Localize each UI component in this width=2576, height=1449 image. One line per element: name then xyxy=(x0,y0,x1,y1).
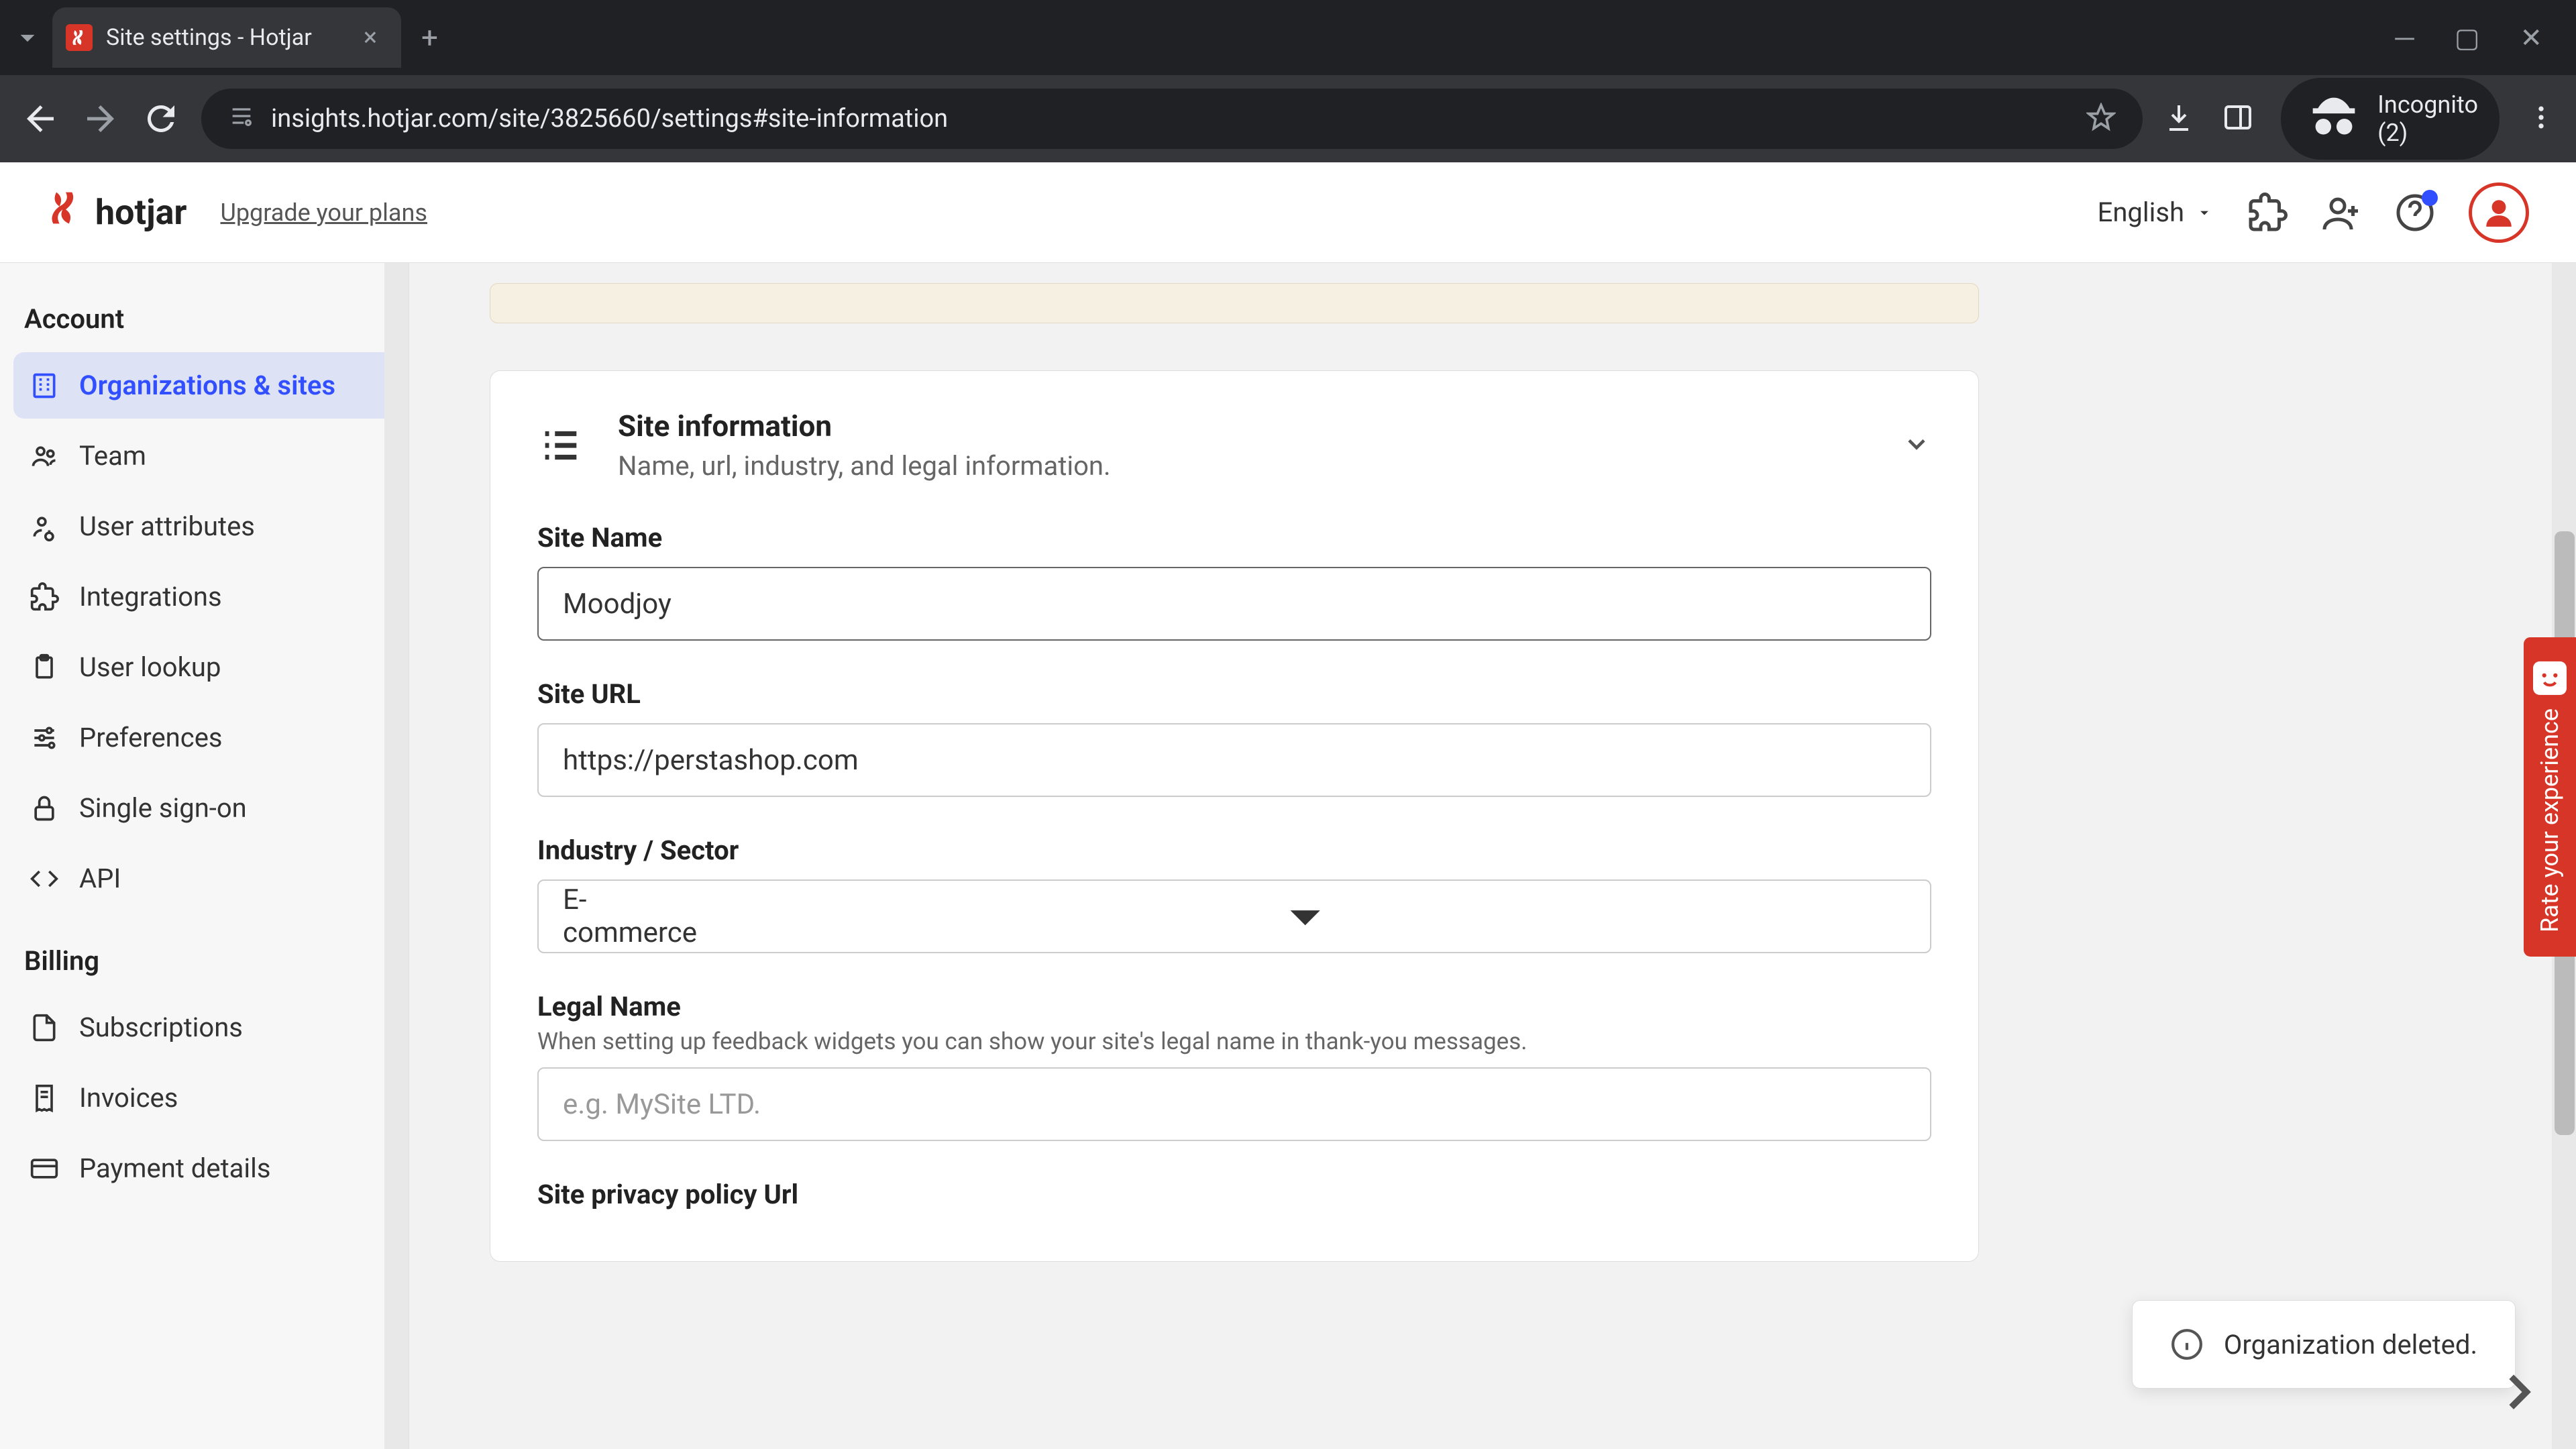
lock-icon xyxy=(30,794,59,823)
reload-button[interactable] xyxy=(141,99,181,139)
feedback-tab[interactable]: Rate your experience xyxy=(2524,637,2576,957)
notice-banner xyxy=(490,283,1979,323)
feedback-tab-label: Rate your experience xyxy=(2536,708,2564,932)
sidebar-scrollbar[interactable] xyxy=(384,263,409,1449)
sidebar-item-user-attributes[interactable]: User attributes xyxy=(13,493,395,559)
sidebar-section-account: Account xyxy=(13,290,395,348)
toast-message: Organization deleted. xyxy=(2224,1329,2477,1360)
url-text: insights.hotjar.com/site/3825660/setting… xyxy=(271,104,2070,133)
industry-select[interactable]: E-commerce xyxy=(537,879,1931,953)
sidebar-item-invoices[interactable]: Invoices xyxy=(13,1065,395,1131)
notification-dot-icon xyxy=(2422,190,2438,206)
collapse-chevron-icon[interactable] xyxy=(1902,429,1931,462)
code-icon xyxy=(30,864,59,894)
card-subtitle: Name, url, industry, and legal informati… xyxy=(618,450,1111,482)
site-url-input[interactable] xyxy=(537,723,1931,797)
sidebar-item-subscriptions[interactable]: Subscriptions xyxy=(13,994,395,1061)
sidebar-item-label: Organizations & sites xyxy=(79,370,335,401)
sidebar-item-organizations-sites[interactable]: Organizations & sites xyxy=(13,352,395,419)
building-icon xyxy=(30,371,59,400)
sidebar-item-single-sign-on[interactable]: Single sign-on xyxy=(13,775,395,841)
site-url-label: Site URL xyxy=(537,678,1931,710)
sidebar-item-label: User attributes xyxy=(79,511,255,542)
back-button[interactable] xyxy=(20,99,60,139)
forward-button[interactable] xyxy=(80,99,121,139)
puzzle-icon xyxy=(30,582,59,612)
sidebar-item-preferences[interactable]: Preferences xyxy=(13,704,395,771)
address-bar[interactable]: insights.hotjar.com/site/3825660/setting… xyxy=(201,89,2143,149)
maximize-button[interactable]: ▢ xyxy=(2455,22,2480,54)
language-selector[interactable]: English xyxy=(2098,197,2214,228)
help-icon[interactable] xyxy=(2395,193,2435,233)
sidebar-item-label: User lookup xyxy=(79,651,221,683)
info-icon xyxy=(2170,1328,2204,1361)
close-window-button[interactable]: ✕ xyxy=(2520,22,2542,54)
credit-card-icon xyxy=(30,1154,59,1183)
site-information-card: Site information Name, url, industry, an… xyxy=(490,370,1979,1262)
sidebar-item-label: Team xyxy=(79,440,146,472)
sidebar-item-label: Invoices xyxy=(79,1082,178,1114)
browser-tab-strip: Site settings - Hotjar × + ─ ▢ ✕ xyxy=(0,0,2576,75)
bookmark-star-icon[interactable] xyxy=(2086,103,2116,135)
card-title: Site information xyxy=(618,409,1111,443)
downloads-icon[interactable] xyxy=(2163,101,2195,136)
hotjar-favicon-icon xyxy=(66,24,93,51)
sidebar-item-user-lookup[interactable]: User lookup xyxy=(13,634,395,700)
chevron-down-icon xyxy=(704,881,1906,952)
sidebar-item-integrations[interactable]: Integrations xyxy=(13,564,395,630)
user-cog-icon xyxy=(30,512,59,541)
sidebar-item-label: Payment details xyxy=(79,1152,271,1184)
hotjar-logo[interactable]: hotjar xyxy=(47,189,186,235)
incognito-indicator[interactable]: Incognito (2) xyxy=(2281,78,2500,160)
document-icon xyxy=(30,1013,59,1042)
receipt-icon xyxy=(30,1083,59,1113)
minimize-button[interactable]: ─ xyxy=(2395,22,2414,54)
integrations-icon[interactable] xyxy=(2247,193,2288,233)
settings-sidebar: Account Organizations & sites Team User … xyxy=(0,263,409,1449)
toast-notification: Organization deleted. xyxy=(2132,1300,2516,1389)
incognito-label: Incognito (2) xyxy=(2377,91,2478,147)
industry-label: Industry / Sector xyxy=(537,835,1931,866)
site-security-icon[interactable] xyxy=(228,103,255,135)
logo-text: hotjar xyxy=(95,192,186,233)
list-icon xyxy=(537,422,584,469)
privacy-url-label: Site privacy policy Url xyxy=(537,1179,1931,1210)
sidebar-item-label: Integrations xyxy=(79,581,222,612)
sidebar-item-label: Single sign-on xyxy=(79,792,247,824)
legal-name-input[interactable] xyxy=(537,1067,1931,1141)
tab-close-button[interactable]: × xyxy=(357,23,384,52)
feedback-face-icon xyxy=(2533,661,2567,695)
sidebar-item-payment-details[interactable]: Payment details xyxy=(13,1135,395,1201)
help-fab-icon[interactable] xyxy=(2489,1362,2549,1422)
browser-tab[interactable]: Site settings - Hotjar × xyxy=(52,7,401,68)
browser-toolbar: insights.hotjar.com/site/3825660/setting… xyxy=(0,75,2576,162)
tab-title: Site settings - Hotjar xyxy=(106,24,343,51)
sidebar-item-label: Subscriptions xyxy=(79,1012,243,1043)
sidebar-item-label: API xyxy=(79,863,121,894)
sidebar-section-billing: Billing xyxy=(13,932,395,990)
team-icon xyxy=(30,441,59,471)
sliders-icon xyxy=(30,723,59,753)
site-name-input[interactable] xyxy=(537,567,1931,641)
language-label: English xyxy=(2098,197,2184,228)
browser-menu-icon[interactable] xyxy=(2526,103,2556,135)
user-avatar[interactable] xyxy=(2469,182,2529,243)
industry-value: E-commerce xyxy=(563,883,704,949)
side-panel-icon[interactable] xyxy=(2222,101,2254,136)
legal-name-help: When setting up feedback widgets you can… xyxy=(537,1028,1931,1055)
sidebar-item-api[interactable]: API xyxy=(13,845,395,912)
sidebar-item-label: Preferences xyxy=(79,722,223,753)
invite-user-icon[interactable] xyxy=(2321,193,2361,233)
upgrade-plans-link[interactable]: Upgrade your plans xyxy=(220,199,427,227)
clipboard-icon xyxy=(30,653,59,682)
app-header: hotjar Upgrade your plans English xyxy=(0,162,2576,263)
new-tab-button[interactable]: + xyxy=(421,20,438,55)
tab-search-dropdown[interactable] xyxy=(11,21,44,54)
legal-name-label: Legal Name xyxy=(537,991,1931,1022)
main-content: Site information Name, url, industry, an… xyxy=(409,263,2576,1449)
sidebar-item-team[interactable]: Team xyxy=(13,423,395,489)
site-name-label: Site Name xyxy=(537,522,1931,553)
hotjar-flame-icon xyxy=(47,189,85,235)
